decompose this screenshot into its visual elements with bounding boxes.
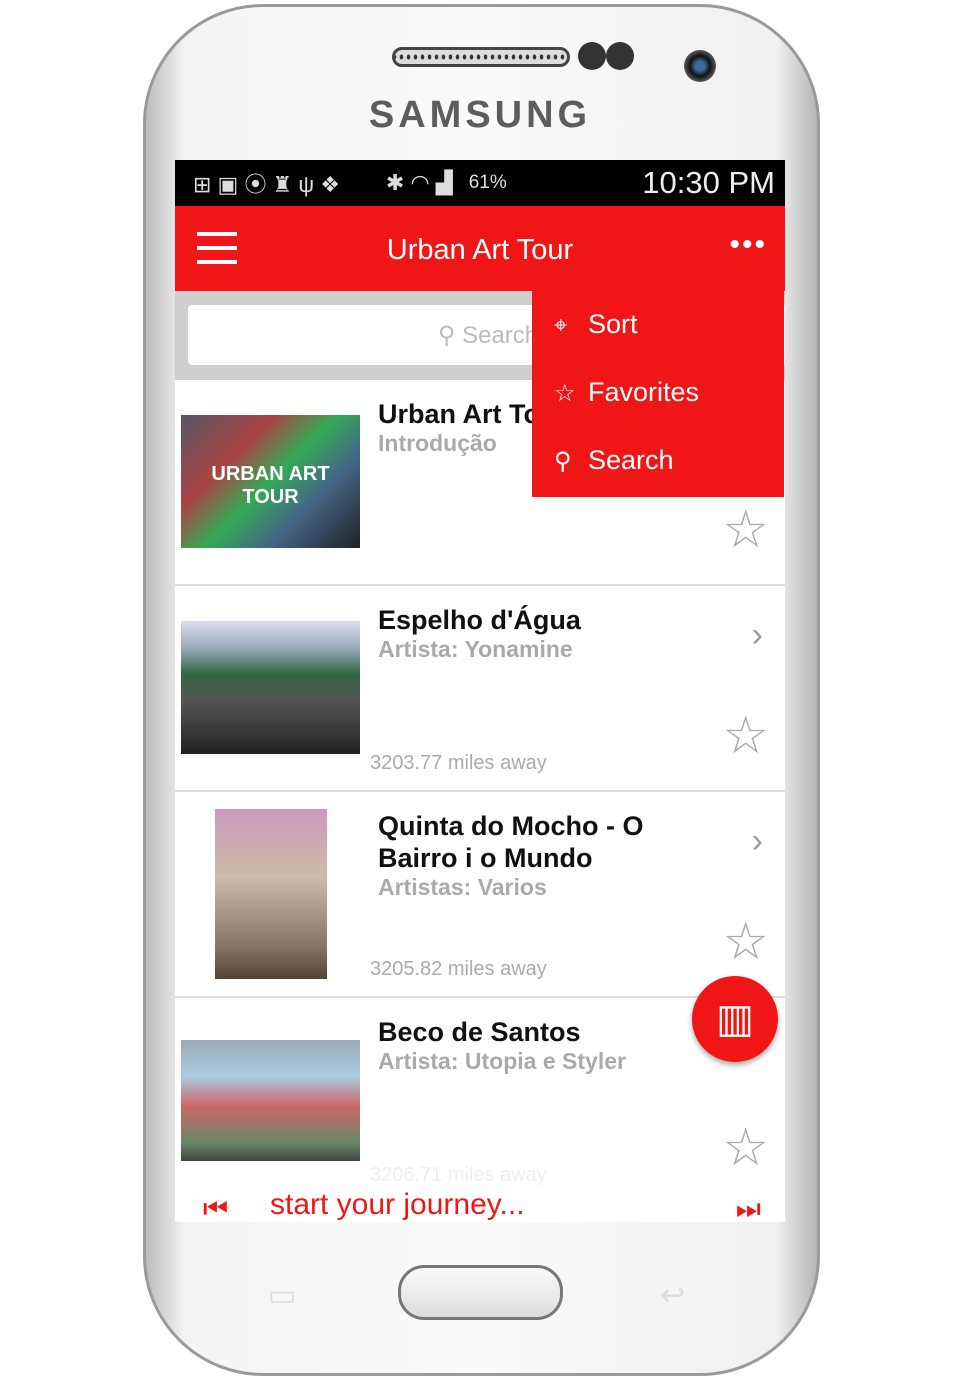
footer-text[interactable]: start your journey... bbox=[270, 1188, 525, 1222]
menu-item-search[interactable]: ⚲ Search bbox=[532, 427, 784, 495]
battery-percent: 61% bbox=[468, 172, 507, 193]
item-title: Espelho d'Água bbox=[378, 605, 581, 635]
thumbnail-image bbox=[181, 1040, 360, 1161]
item-subtitle: Artista: Yonamine bbox=[378, 636, 573, 662]
home-button[interactable] bbox=[398, 1265, 563, 1320]
connectivity-icons: ✱ ◠ ▟ bbox=[385, 170, 453, 195]
item-subtitle: Introdução bbox=[378, 430, 497, 456]
chevron-right-icon[interactable]: › bbox=[752, 616, 763, 655]
search-icon: ⚲ bbox=[437, 322, 463, 349]
favorite-star-icon[interactable]: ☆ bbox=[722, 1122, 769, 1174]
skip-previous-icon[interactable]: ⏮ bbox=[203, 1193, 228, 1222]
footer-bar: ⏮ start your journey... ⏭ bbox=[175, 1188, 785, 1222]
thumbnail-image: URBAN ART TOUR bbox=[181, 415, 360, 548]
favorite-star-icon[interactable]: ☆ bbox=[722, 504, 769, 556]
clock: 10:30 PM bbox=[642, 165, 775, 200]
star-icon: ☆ bbox=[554, 380, 576, 407]
app-bar: Urban Art Tour ••• bbox=[175, 206, 785, 291]
item-title: Beco de Santos bbox=[378, 1017, 581, 1047]
item-subtitle: Artistas: Varios bbox=[378, 874, 547, 900]
item-subtitle: Artista: Utopia e Styler bbox=[378, 1048, 626, 1074]
search-icon: ⚲ bbox=[554, 448, 572, 475]
map-icon: ▥ bbox=[716, 997, 754, 1041]
menu-item-label: Search bbox=[588, 445, 674, 475]
item-distance: 3206.71 miles away bbox=[370, 1164, 547, 1186]
notification-icons: ⊞ ▣ ⦿ ♜ ψ ❖ bbox=[193, 172, 340, 197]
sensor-icon bbox=[578, 42, 606, 70]
menu-item-sort[interactable]: ⌖ Sort bbox=[532, 291, 784, 359]
menu-item-favorites[interactable]: ☆ Favorites bbox=[532, 359, 784, 427]
list-item[interactable]: Quinta do Mocho - O Bairro i o Mundo Art… bbox=[175, 792, 785, 998]
overflow-menu: ⌖ Sort ☆ Favorites ⚲ Search bbox=[532, 291, 784, 497]
item-distance: 3205.82 miles away bbox=[370, 958, 547, 980]
search-placeholder: Search bbox=[462, 322, 539, 349]
skip-next-icon[interactable]: ⏭ bbox=[736, 1193, 761, 1222]
back-key-icon[interactable]: ↩ bbox=[660, 1278, 685, 1313]
screen: ⊞ ▣ ⦿ ♜ ψ ❖ ✱ ◠ ▟ 61% 10:30 PM Urban Art… bbox=[175, 160, 785, 1222]
thumbnail-image bbox=[181, 621, 360, 754]
thumbnail-image bbox=[215, 809, 327, 979]
location-pin-icon: ⌖ bbox=[554, 312, 568, 339]
favorite-star-icon[interactable]: ☆ bbox=[722, 710, 769, 762]
speaker-grille bbox=[392, 47, 570, 67]
item-distance: 3203.77 miles away bbox=[370, 752, 547, 774]
map-button[interactable]: ▥ bbox=[692, 976, 778, 1062]
more-options-icon[interactable]: ••• bbox=[729, 228, 767, 262]
favorite-star-icon[interactable]: ☆ bbox=[722, 916, 769, 968]
list-item[interactable]: Espelho d'Água Artista: Yonamine › 3203.… bbox=[175, 586, 785, 792]
menu-item-label: Sort bbox=[588, 309, 638, 339]
sensor-icon bbox=[606, 42, 634, 70]
app-title: Urban Art Tour bbox=[386, 234, 574, 266]
item-title: Quinta do Mocho - O Bairro i o Mundo bbox=[378, 811, 644, 873]
chevron-right-icon[interactable]: › bbox=[752, 822, 763, 861]
menu-key-icon[interactable]: ▭ bbox=[268, 1278, 296, 1313]
front-camera-icon bbox=[684, 50, 716, 82]
brand-logo: SAMSUNG bbox=[368, 94, 592, 136]
menu-item-label: Favorites bbox=[588, 377, 700, 407]
status-bar: ⊞ ▣ ⦿ ♜ ψ ❖ ✱ ◠ ▟ 61% 10:30 PM bbox=[175, 160, 785, 206]
